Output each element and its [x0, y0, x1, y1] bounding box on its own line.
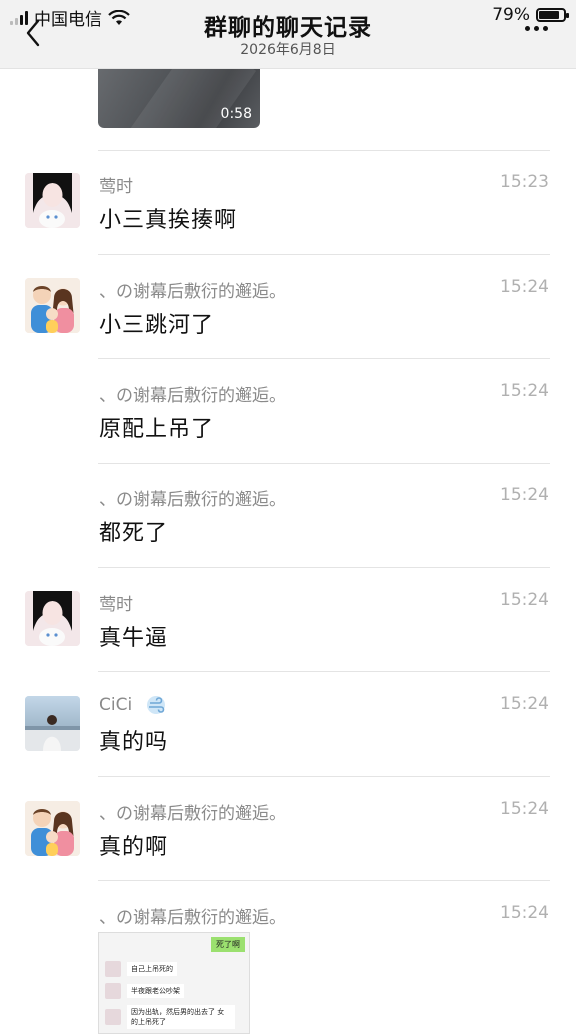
message-sender: 、の谢幕后敷衍的邂逅。 [99, 386, 286, 406]
message-text: 小三真挨揍啊 [99, 208, 238, 233]
girl-cat-avatar[interactable] [25, 173, 80, 228]
page-date: 2026年6月8日 [240, 42, 336, 58]
message-text: 真牛逼 [99, 626, 169, 651]
message-sender: 、の谢幕后敷衍的邂逅。 [99, 282, 286, 302]
preview-row: 自己上吊死的 [105, 961, 177, 977]
message-text: 小三跳河了 [99, 313, 215, 338]
message-time: 15:24 [500, 485, 549, 505]
message-sender: 莺时 [99, 595, 133, 615]
message-sender: 莺时 [99, 177, 133, 197]
screenshot-image-message[interactable]: 死了啊 自己上吊死的 半夜跟老公吵架 因为出轨，然后男的出去了 女的上吊死了 [98, 932, 250, 1034]
message-time: 15:24 [500, 694, 549, 714]
message-time: 15:23 [500, 172, 549, 192]
message-sender: 、の谢幕后敷衍的邂逅。 [99, 908, 286, 928]
message-time: 15:24 [500, 903, 549, 923]
mini-avatar [105, 983, 121, 999]
divider [98, 463, 550, 464]
mini-avatar [105, 1009, 121, 1025]
page-title: 群聊的聊天记录 [204, 15, 372, 41]
preview-line: 自己上吊死的 [127, 962, 177, 976]
girl-cat-avatar[interactable] [25, 591, 80, 646]
message-text: 原配上吊了 [99, 417, 215, 442]
message-sender: 、の谢幕后敷衍的邂逅。 [99, 490, 286, 510]
divider [98, 776, 550, 777]
divider [98, 880, 550, 881]
cici-avatar[interactable] [25, 696, 80, 751]
message-time: 15:24 [500, 799, 549, 819]
message-text: 真的啊 [99, 835, 169, 860]
mini-avatar [105, 961, 121, 977]
divider [98, 150, 550, 151]
family-avatar[interactable] [25, 278, 80, 333]
divider [98, 567, 550, 568]
preview-line: 半夜跟老公吵架 [127, 984, 184, 998]
divider [98, 254, 550, 255]
sender-name: CiCi [99, 695, 133, 715]
video-duration: 0:58 [220, 106, 252, 122]
message-time: 15:24 [500, 590, 549, 610]
message-text: 都死了 [99, 521, 169, 546]
divider [98, 671, 550, 672]
chat-history-header: 中国电信 79% 群聊的聊天记录 2026年6月8日 [0, 0, 576, 69]
more-dot-icon [543, 26, 548, 31]
preview-line: 因为出轨，然后男的出去了 女的上吊死了 [127, 1005, 235, 1029]
message-sender: CiCi [99, 694, 168, 716]
wind-status-icon [147, 696, 166, 714]
message-time: 15:24 [500, 277, 549, 297]
more-dot-icon [534, 26, 539, 31]
preview-row: 半夜跟老公吵架 [105, 983, 184, 999]
more-dot-icon [525, 26, 530, 31]
message-sender: 、の谢幕后敷衍的邂逅。 [99, 804, 286, 824]
more-options-button[interactable] [525, 26, 548, 31]
preview-row: 因为出轨，然后男的出去了 女的上吊死了 [105, 1005, 235, 1029]
preview-tag: 死了啊 [211, 937, 245, 952]
divider [98, 358, 550, 359]
message-text: 真的吗 [99, 730, 169, 755]
message-time: 15:24 [500, 381, 549, 401]
family-avatar[interactable] [25, 801, 80, 856]
